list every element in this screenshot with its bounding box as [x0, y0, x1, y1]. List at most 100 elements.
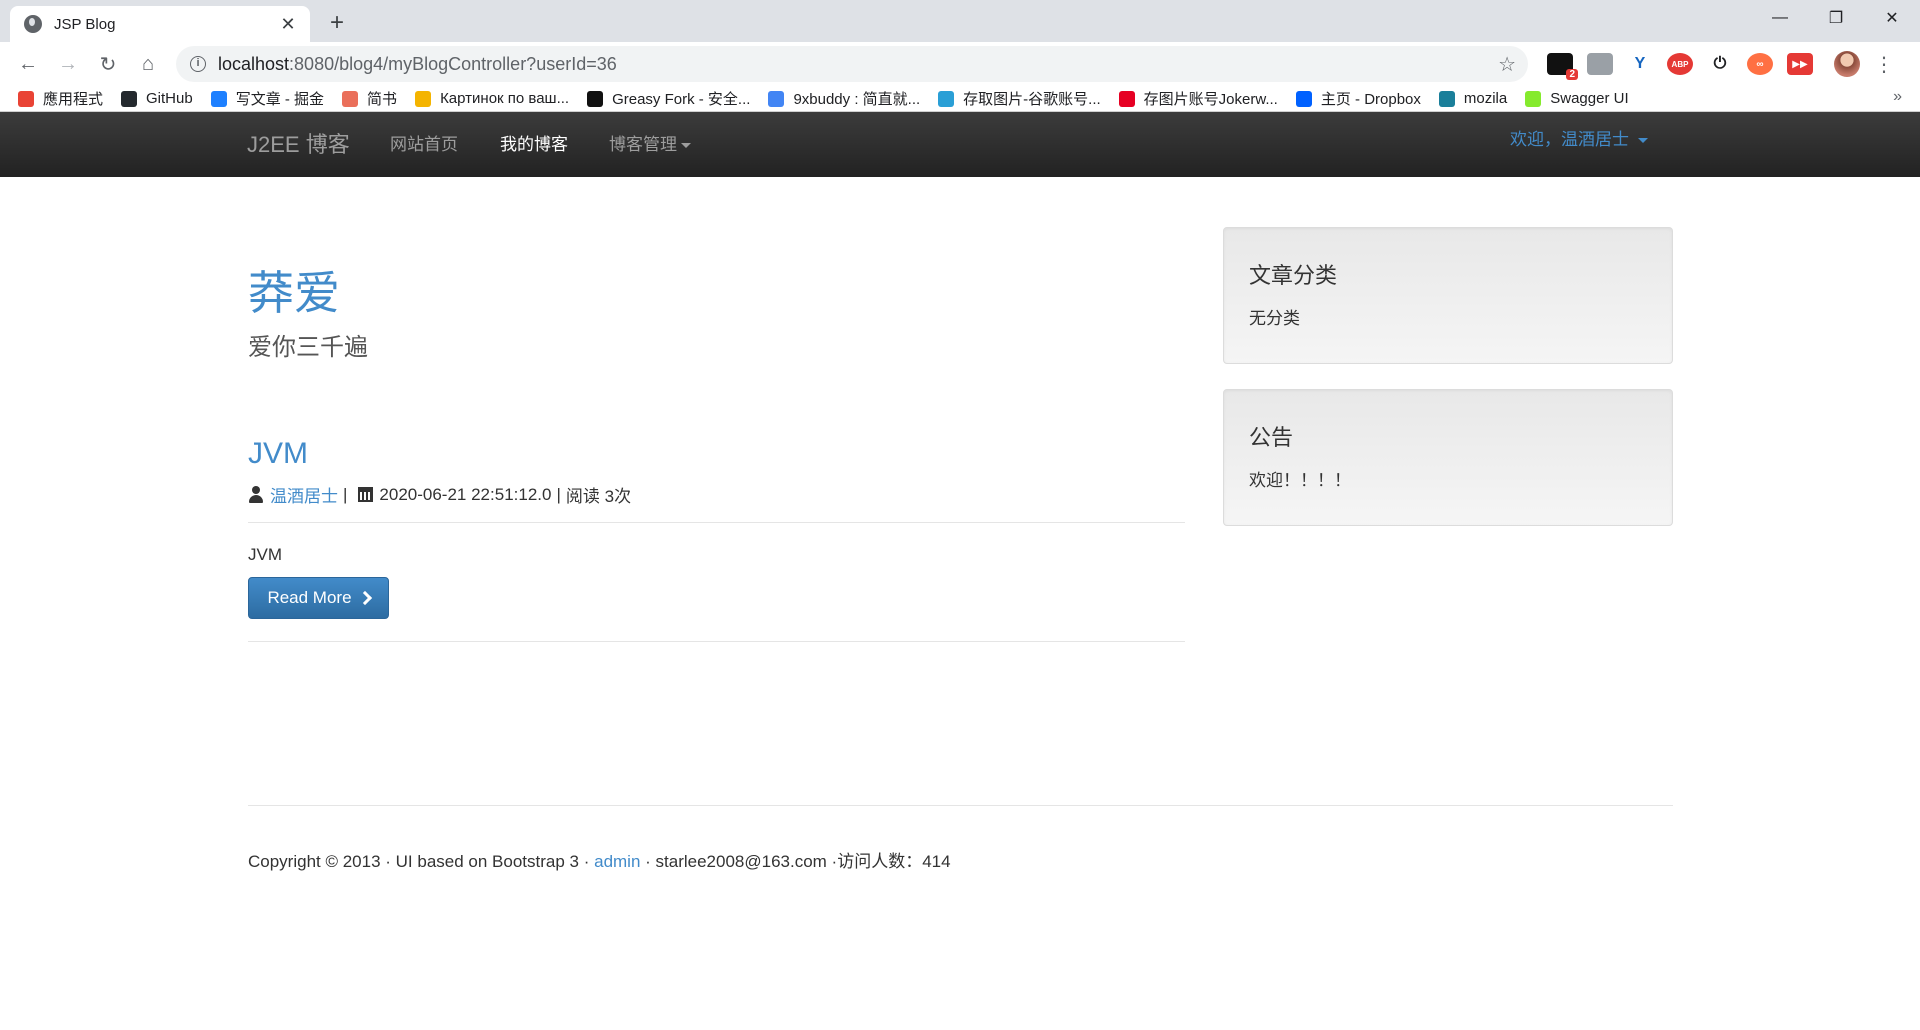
calendar-icon — [358, 487, 374, 502]
bookmark-label: 存取图片-谷歌账号... — [963, 91, 1101, 108]
bookmark-label: 写文章 - 掘金 — [235, 91, 325, 108]
welcome-label: 欢迎，温酒居士 — [1510, 130, 1629, 149]
doc-icon — [768, 90, 785, 107]
bookmark-item[interactable]: 存取图片-谷歌账号... — [938, 88, 1101, 109]
greasyfork-icon — [587, 90, 604, 107]
reload-button[interactable]: ↻ — [88, 44, 128, 84]
footer-contact: · starlee2008@163.com ·访问人数：414 — [640, 852, 951, 871]
juejin-icon — [210, 90, 227, 107]
bookmark-item[interactable]: 写文章 - 掘金 — [210, 88, 325, 109]
blog-title: 莽爱 — [248, 266, 340, 320]
post-bottom-divider — [248, 641, 1185, 642]
post-author-link[interactable]: 温酒居士 — [270, 482, 338, 507]
new-tab-button[interactable]: + — [322, 9, 352, 37]
post-meta: 温酒居士 | 2020-06-21 22:51:12.0 | 阅读 3次 — [248, 482, 631, 507]
more-menu-icon[interactable]: ⋮ — [1874, 52, 1894, 77]
footer-copyright: Copyright © 2013 · UI based on Bootstrap… — [248, 852, 595, 871]
window-close-button[interactable]: ✕ — [1864, 0, 1920, 36]
category-title: 文章分类 — [1249, 263, 1338, 288]
bookmark-item[interactable]: GitHub — [121, 90, 193, 107]
tab-title: JSP Blog — [54, 15, 116, 33]
chevron-right-icon — [357, 590, 372, 606]
notice-panel: 公告 欢迎！！！！ — [1223, 389, 1673, 526]
swagger-icon — [1525, 90, 1542, 107]
post-divider — [248, 522, 1185, 523]
bookmark-item[interactable]: Greasy Fork - 安全... — [587, 88, 750, 109]
browser-tabstrip: JSP Blog ✕ + — ❐ ✕ — [0, 0, 1920, 42]
globe-icon — [24, 15, 42, 33]
nav-link-home[interactable]: 网站首页 — [390, 112, 458, 177]
profile-avatar[interactable] — [1834, 51, 1860, 77]
minimize-button[interactable]: — — [1752, 0, 1808, 36]
image-icon — [415, 90, 432, 107]
bookmark-label: Swagger UI — [1550, 90, 1629, 107]
browser-tab[interactable]: JSP Blog ✕ — [10, 6, 310, 42]
mozilla-icon — [1438, 90, 1455, 107]
extension-badge-count: 2 — [1566, 69, 1578, 80]
bookmark-item[interactable]: 简书 — [342, 88, 397, 109]
blog-subtitle: 爱你三千遍 — [248, 334, 368, 361]
post-date: 2020-06-21 22:51:12.0 — [379, 484, 552, 504]
back-button[interactable]: ← — [8, 44, 48, 84]
user-icon — [248, 485, 264, 504]
bookmark-label: mozila — [1463, 90, 1508, 107]
forward-button[interactable]: → — [48, 44, 88, 84]
bookmark-item[interactable]: 9xbuddy : 简直就... — [768, 88, 920, 109]
category-item[interactable]: 无分类 — [1249, 304, 1647, 329]
nav-dropdown-label: 博客管理 — [609, 135, 677, 154]
meta-separator: | — [343, 484, 348, 504]
nav-dropdown-blog-manage[interactable]: 博客管理 — [609, 112, 691, 177]
bookmark-label: 简书 — [367, 91, 398, 108]
post-title-link[interactable]: JVM — [248, 437, 308, 471]
info-icon[interactable]: i — [190, 56, 206, 72]
read-more-label: Read More — [267, 588, 352, 607]
category-panel: 文章分类 无分类 — [1223, 227, 1673, 364]
bookmark-label: Greasy Fork - 安全... — [612, 91, 751, 108]
meta-separator: | — [556, 484, 561, 504]
apps-grid-icon — [18, 90, 34, 107]
browser-toolbar: ← → ↻ ⌂ i localhost:8080/blog4/myBlogCon… — [0, 42, 1920, 86]
address-bar[interactable]: i localhost:8080/blog4/myBlogController?… — [176, 46, 1528, 82]
footer-divider — [248, 805, 1673, 806]
bookmark-item[interactable]: 存图片账号Jokerw... — [1118, 88, 1278, 109]
bookmark-star-icon[interactable]: ☆ — [1498, 52, 1516, 77]
caret-down-icon — [681, 143, 691, 149]
bookmark-label: 主页 - Dropbox — [1320, 91, 1421, 108]
url-path: :8080/blog4/myBlogController?userId=36 — [289, 53, 617, 74]
post-read-count: 阅读 3次 — [565, 487, 632, 506]
notice-text: 欢迎！！！！ — [1249, 471, 1351, 490]
read-more-button[interactable]: Read More — [248, 577, 389, 619]
footer-admin-link[interactable]: admin — [594, 852, 640, 871]
infinity-icon[interactable]: ∞ — [1747, 53, 1773, 75]
bookmark-label: 應用程式 — [43, 91, 104, 108]
adblock-icon[interactable]: ABP — [1667, 53, 1693, 75]
bookmark-label: GitHub — [146, 90, 193, 107]
video-extension-icon[interactable]: ▶▶ — [1787, 53, 1813, 75]
power-icon[interactable]: ⏻ — [1707, 53, 1733, 75]
vpn-extension-icon[interactable]: Y — [1627, 53, 1653, 75]
bookmark-item[interactable]: mozila — [1438, 90, 1508, 107]
window-controls: — ❐ ✕ — [1752, 0, 1920, 36]
image-extension-icon[interactable] — [1587, 53, 1613, 75]
navbar-brand[interactable]: J2EE 博客 — [247, 112, 350, 177]
bookmark-item[interactable]: Картинок по ваш... — [415, 90, 569, 107]
post-excerpt: JVM — [248, 545, 282, 564]
bookmark-item[interactable]: 主页 - Dropbox — [1295, 88, 1421, 109]
extensions-bar: 2 Y ABP ⏻ ∞ ▶▶ ⋮ — [1540, 48, 1894, 80]
extension-badge-icon[interactable]: 2 — [1547, 53, 1578, 80]
bookmark-label: 9xbuddy : 简直就... — [793, 91, 921, 108]
nav-link-my-blog[interactable]: 我的博客 — [500, 112, 568, 177]
restore-button[interactable]: ❐ — [1808, 0, 1864, 36]
bookmark-item[interactable]: 應用程式 — [18, 88, 103, 109]
bookmarks-more-icon[interactable]: » — [1893, 88, 1902, 106]
home-button[interactable]: ⌂ — [128, 44, 168, 84]
pinterest-icon — [1118, 90, 1135, 107]
bookmarks-bar: 應用程式 GitHub 写文章 - 掘金 简书 Картинок по ваш... Gr… — [0, 86, 1920, 112]
user-welcome-dropdown[interactable]: 欢迎，温酒居士 — [1510, 112, 1648, 168]
jianshu-icon — [342, 90, 359, 107]
close-icon[interactable]: ✕ — [278, 14, 298, 35]
bookmark-item[interactable]: Swagger UI — [1525, 90, 1629, 107]
site-navbar: J2EE 博客 网站首页 我的博客 博客管理 欢迎，温酒居士 — [0, 112, 1920, 177]
ibb-icon — [938, 90, 955, 107]
bookmark-label: Картинок по ваш... — [440, 90, 570, 107]
